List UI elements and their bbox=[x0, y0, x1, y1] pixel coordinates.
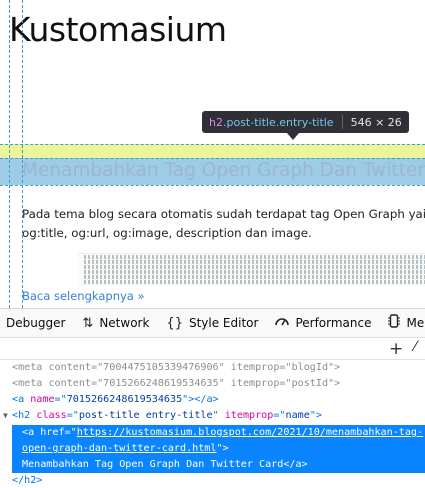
network-icon: ⇅ bbox=[82, 315, 94, 331]
link-href[interactable]: https://kustomasium.blogspot.com/2021/10… bbox=[77, 427, 423, 438]
tab-memory[interactable]: Memory bbox=[381, 309, 425, 337]
attr-value: blogId bbox=[291, 362, 329, 373]
tooltip-arrow bbox=[287, 133, 299, 140]
attr-name: itemprop bbox=[230, 378, 280, 389]
attr-value: name bbox=[285, 410, 310, 421]
markup-view: <meta content="7004475105339476906" item… bbox=[0, 360, 425, 488]
tab-label: Memory bbox=[406, 316, 425, 330]
web-page-viewport: Kustomasium Menambahkan Tag Open Graph D… bbox=[0, 0, 425, 308]
tab-label: Debugger bbox=[6, 316, 66, 330]
attr-value: 7015266248619534635 bbox=[66, 394, 183, 405]
attr-name: content bbox=[48, 362, 92, 373]
tab-style-editor[interactable]: {} Style Editor bbox=[159, 309, 268, 337]
tag-name: h2 bbox=[18, 410, 31, 421]
markup-line-meta-postid[interactable]: <meta content="7015266248619534635" item… bbox=[0, 376, 425, 392]
expand-toggle-icon[interactable]: ▼ bbox=[3, 408, 8, 424]
post-description: Pada tema blog secara otomatis sudah ter… bbox=[22, 207, 425, 240]
blog-title[interactable]: Kustomasium bbox=[9, 10, 227, 49]
tooltip-separator bbox=[341, 115, 343, 129]
devtools-toolbar: Debugger ⇅ Network {} Style Editor Perfo… bbox=[0, 308, 425, 338]
post-title[interactable]: Menambahkan Tag Open Graph Dan Twitter C… bbox=[22, 160, 425, 181]
attr-value: 7015266248619534635 bbox=[103, 378, 219, 389]
read-more-link[interactable]: Baca selengkapnya » bbox=[22, 289, 145, 303]
link-text: Menambahkan Tag Open Graph Dan Twitter C… bbox=[22, 459, 284, 470]
attr-value: postId bbox=[291, 378, 329, 389]
guide-line-horizontal bbox=[0, 158, 425, 159]
markup-line-anchor[interactable]: <a name="7015266248619534635"></a> bbox=[0, 392, 425, 408]
add-node-icon[interactable]: + bbox=[389, 339, 403, 359]
markup-line-link-text: Menambahkan Tag Open Graph Dan Twitter C… bbox=[22, 459, 308, 470]
memory-icon bbox=[388, 314, 401, 332]
tab-network[interactable]: ⇅ Network bbox=[75, 309, 159, 337]
guide-line-horizontal bbox=[0, 144, 425, 145]
eyedropper-icon[interactable]: ⁄ bbox=[414, 339, 416, 355]
attr-name: itemprop bbox=[230, 362, 280, 373]
tag-name: meta bbox=[18, 362, 43, 373]
tab-label: Network bbox=[99, 316, 150, 330]
tooltip-dimensions: 546 × 26 bbox=[350, 115, 402, 129]
highlight-margin bbox=[0, 144, 425, 158]
inspector-subtoolbar: + ⁄ bbox=[0, 338, 425, 360]
post-thumbnail-image bbox=[78, 253, 425, 286]
guide-line-horizontal bbox=[0, 185, 425, 186]
attr-name: name bbox=[30, 394, 55, 405]
tag-name: a bbox=[18, 394, 25, 405]
closing-tag: </h2> bbox=[12, 475, 43, 486]
guide-line-vertical bbox=[9, 0, 10, 308]
tab-performance[interactable]: Performance bbox=[268, 309, 381, 337]
performance-icon bbox=[275, 315, 290, 331]
markup-line-close-h2[interactable]: </h2> bbox=[0, 473, 425, 488]
attr-value: 7004475105339476906 bbox=[103, 362, 219, 373]
markup-line-meta-blogid[interactable]: <meta content="7004475105339476906" item… bbox=[0, 360, 425, 376]
markup-line-h2[interactable]: ▼ <h2 class="post-title entry-title" ite… bbox=[0, 408, 425, 424]
style-editor-icon: {} bbox=[166, 315, 183, 331]
tooltip-tag: h2 bbox=[209, 115, 223, 129]
tab-label: Style Editor bbox=[188, 316, 259, 330]
guide-line-vertical bbox=[22, 0, 23, 308]
markup-line-link: <a href="https://kustomasium.blogspot.co… bbox=[22, 427, 424, 438]
markup-line-link-cont: open-graph-dan-twitter-card.html"> bbox=[22, 443, 229, 454]
link-href[interactable]: open-graph-dan-twitter-card.html bbox=[22, 443, 216, 454]
attr-value: post-title entry-title bbox=[78, 410, 213, 421]
tag-name: meta bbox=[18, 378, 43, 389]
tab-debugger[interactable]: Debugger bbox=[0, 309, 75, 337]
attr-name: content bbox=[48, 378, 92, 389]
attr-name: class bbox=[36, 410, 67, 421]
element-info-tooltip: h2 .post-title.entry-title 546 × 26 bbox=[202, 111, 409, 133]
tab-label: Performance bbox=[295, 316, 372, 330]
attr-name: itemprop bbox=[224, 410, 274, 421]
tooltip-classes: .post-title.entry-title bbox=[222, 115, 334, 129]
selected-node[interactable]: <a href="https://kustomasium.blogspot.co… bbox=[12, 425, 425, 473]
